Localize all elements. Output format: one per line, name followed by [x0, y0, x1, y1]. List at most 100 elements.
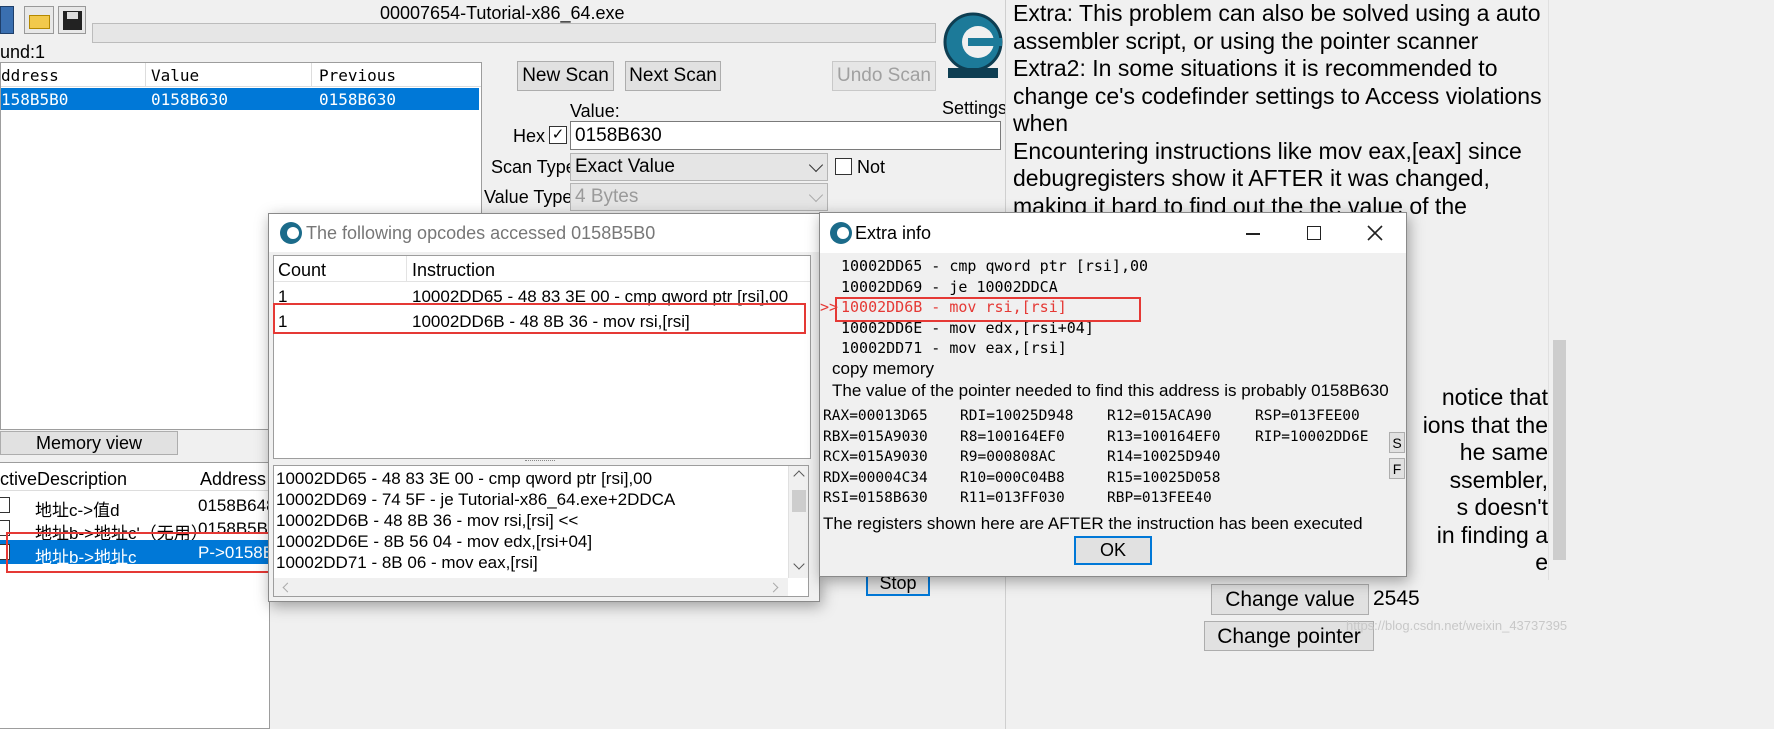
cheat-engine-logo[interactable]	[940, 2, 1006, 92]
disasm-line[interactable]: 10002DD65 - 48 83 3E 00 - cmp qword ptr …	[276, 468, 784, 489]
address-row[interactable]: 地址c->值d 0158B648	[0, 494, 269, 520]
maximize-icon[interactable]	[1307, 226, 1321, 240]
tutorial-line: Encountering instructions like mov eax,[…	[1013, 137, 1522, 164]
scroll-up-icon[interactable]	[793, 470, 805, 482]
opcodes-header: Count Instruction	[274, 256, 810, 282]
tutorial-text: Extra: This problem can also be solved u…	[1013, 0, 1553, 220]
col-description-header[interactable]: Description	[37, 469, 127, 490]
code-line: 10002DD6E - mov edx,[rsi+04]	[820, 318, 1406, 339]
current-line-marker: >>	[820, 298, 839, 316]
col-active-header[interactable]: ctive	[0, 469, 37, 490]
scroll-left-icon[interactable]	[282, 582, 293, 593]
opcodes-list[interactable]: Count Instruction 1 10002DD65 - 48 83 3E…	[273, 255, 811, 459]
tutorial-fragment: he same	[1459, 439, 1548, 465]
not-label: Not	[857, 157, 886, 177]
register-value: RSP=013FEE00	[1255, 408, 1360, 424]
tutorial-fragment: ions that the	[1422, 411, 1548, 438]
extra-code-listing: 10002DD65 - cmp qword ptr [rsi],00 10002D…	[820, 256, 1406, 359]
scan-type-select[interactable]: Exact Value	[570, 153, 828, 181]
new-scan-button[interactable]: New Scan	[517, 61, 614, 91]
open-file-icon[interactable]	[24, 6, 54, 34]
register-value: R13=100164EF0	[1107, 428, 1221, 445]
hex-checkbox[interactable]: ✓	[549, 126, 567, 144]
extra-titlebar: Extra info	[820, 213, 1406, 253]
tutorial-fragment: e	[1535, 549, 1548, 575]
code-line: 10002DD71 - mov eax,[rsi]	[820, 338, 1406, 359]
found-count: und:1	[0, 42, 46, 62]
minimize-icon[interactable]	[1246, 233, 1260, 235]
active-checkbox[interactable]	[0, 497, 10, 513]
disasm-line[interactable]: 10002DD71 - 8B 06 - mov eax,[rsi]	[276, 552, 784, 573]
result-row-selected[interactable]: 158B5B0 0158B630 0158B630	[1, 88, 479, 110]
register-value: RCX=015A9030	[823, 449, 928, 465]
disasm-scrollbar[interactable]	[788, 466, 808, 578]
change-value-button[interactable]: Change value	[1211, 584, 1369, 615]
splitter-handle[interactable]	[525, 460, 555, 463]
next-scan-button[interactable]: Next Scan	[625, 61, 721, 91]
disasm-hscrollbar[interactable]	[274, 578, 788, 596]
value-type-select[interactable]: 4 Bytes	[570, 183, 828, 211]
col-address-header[interactable]: ddress	[1, 66, 59, 85]
settings-link[interactable]: Settings	[942, 98, 1007, 119]
address-list[interactable]: ctive Description Address 地址c->值d 0158B6…	[0, 462, 270, 729]
register-value: R11=013FF030	[960, 490, 1065, 506]
tutorial-line: change ce's codefinder settings to Acces…	[1013, 82, 1542, 109]
scan-type-label: Scan Type	[491, 157, 576, 177]
active-checkbox[interactable]	[0, 544, 10, 560]
code-line-text: 10002DD65 - cmp qword ptr [rsi],00	[841, 257, 1149, 275]
value-input[interactable]: 0158B630	[570, 121, 1001, 150]
address-row-selected[interactable]: 地址b->地址c P->0158B	[0, 540, 269, 567]
opcode-row[interactable]: 1 10002DD6B - 48 8B 36 - mov rsi,[rsi]	[274, 309, 810, 333]
disasm-list[interactable]: 10002DD65 - 48 83 3E 00 - cmp qword ptr …	[273, 465, 809, 597]
extra-info-window: Extra info 10002DD65 - cmp qword ptr [rs…	[819, 212, 1407, 577]
col-previous-header[interactable]: Previous	[319, 66, 396, 85]
register-value: R12=015ACA90	[1107, 408, 1212, 424]
registers-footer: The registers shown here are AFTER the i…	[823, 514, 1363, 533]
scroll-right-icon[interactable]	[768, 582, 779, 593]
register-value: R14=10025D940	[1107, 449, 1221, 465]
tutorial-fragment: s doesn't	[1456, 494, 1548, 520]
undo-scan-button[interactable]: Undo Scan	[832, 61, 936, 91]
hex-label: Hex	[513, 126, 546, 146]
code-line-text: 10002DD6E - mov edx,[rsi+04]	[841, 318, 1094, 337]
col-address-header[interactable]: Address	[200, 469, 266, 490]
tutorial-line: Extra: This problem can also be solved u…	[1013, 0, 1541, 26]
register-value: RSI=0158B630	[823, 490, 928, 506]
register-grid: RAX=00013D65 RDI=10025D948 R12=015ACA90 RSP…	[823, 406, 1393, 510]
disasm-line[interactable]: 10002DD6E - 8B 56 04 - mov edx,[rsi+04]	[276, 531, 784, 552]
col-value-header[interactable]: Value	[151, 66, 199, 85]
results-header: ddress Value Previous	[1, 63, 481, 87]
copy-memory-link[interactable]: copy memory	[832, 359, 934, 379]
address-row[interactable]: 地址b->地址c'（无用） 0158B5B0	[0, 517, 269, 543]
code-line-text: 10002DD71 - mov eax,[rsi]	[841, 339, 1067, 357]
s-button[interactable]: S	[1389, 432, 1405, 453]
register-value: RIP=10002DD6E	[1255, 428, 1369, 445]
disasm-line[interactable]: 10002DD6B - 48 8B 36 - mov rsi,[rsi] <<	[276, 510, 784, 531]
open-process-icon[interactable]	[0, 6, 14, 34]
opcode-row[interactable]: 1 10002DD65 - 48 83 3E 00 - cmp qword pt…	[274, 284, 810, 308]
f-button[interactable]: F	[1389, 458, 1405, 479]
disasm-line[interactable]: 10002DD69 - 74 5F - je Tutorial-x86_64.e…	[276, 489, 784, 510]
memory-view-button[interactable]: Memory view	[0, 431, 178, 455]
active-checkbox[interactable]	[0, 520, 10, 536]
col-instruction-header[interactable]: Instruction	[412, 260, 495, 281]
register-value: RBP=013FEE40	[1107, 490, 1212, 506]
code-line: 10002DD65 - cmp qword ptr [rsi],00	[820, 256, 1406, 277]
register-value: RBX=015A9030	[823, 428, 928, 445]
col-count-header[interactable]: Count	[278, 260, 326, 281]
save-icon[interactable]	[58, 6, 86, 34]
opcodes-window: The following opcodes accessed 0158B5B0 …	[268, 213, 820, 602]
close-icon[interactable]	[1366, 224, 1384, 242]
scroll-down-icon[interactable]	[793, 558, 805, 570]
tutorial-line: assembler script, or using the pointer s…	[1013, 27, 1479, 54]
value-type-label: Value Type	[484, 187, 573, 207]
code-line-text: 10002DD69 - je 10002DDCA	[841, 277, 1058, 296]
tutorial-scrollbar[interactable]	[1548, 0, 1569, 580]
pointer-value-text: The value of the pointer needed to find …	[832, 381, 1389, 400]
tutorial-fragment: notice that	[1441, 384, 1548, 410]
cheat-engine-icon	[280, 222, 302, 244]
ok-button[interactable]: OK	[1074, 536, 1152, 565]
code-line: 10002DD69 - je 10002DDCA	[820, 277, 1406, 298]
not-checkbox[interactable]	[835, 158, 852, 175]
register-value: R10=000C04B8	[960, 469, 1065, 486]
